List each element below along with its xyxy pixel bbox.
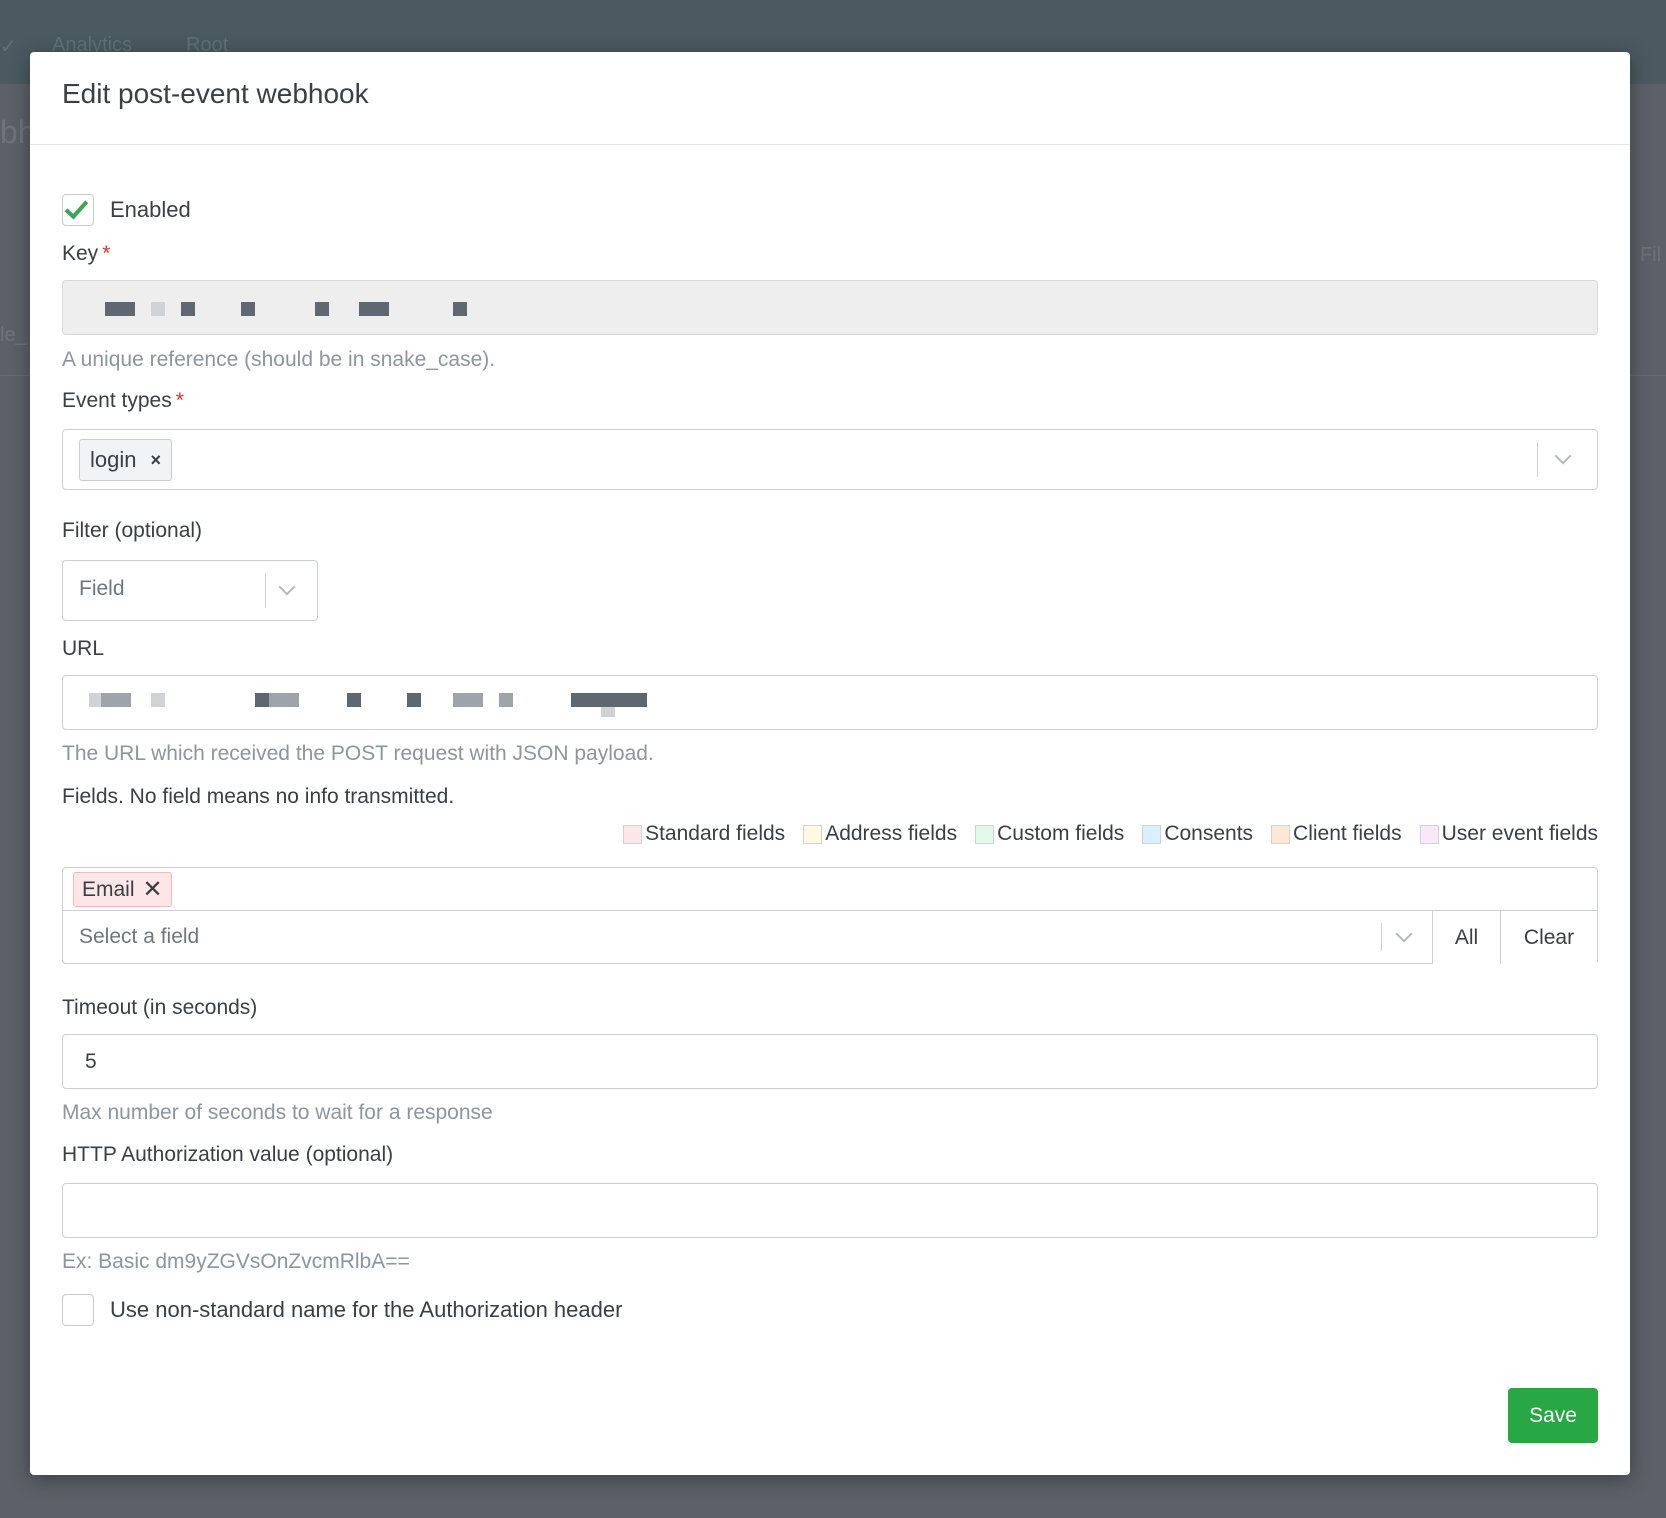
url-input[interactable] xyxy=(62,675,1598,730)
key-label: Key * xyxy=(62,242,110,266)
legend-label: Address fields xyxy=(825,822,958,845)
legend-swatch xyxy=(803,824,823,844)
legend-user-event-fields: User event fields xyxy=(1419,822,1598,846)
url-help: The URL which received the POST request … xyxy=(62,742,654,765)
filter-label: Filter (optional) xyxy=(62,519,203,542)
timeout-help: Max number of seconds to wait for a resp… xyxy=(62,1101,493,1124)
key-label-text: Key xyxy=(62,242,99,265)
key-input[interactable] xyxy=(62,280,1598,335)
nonstandard-header-checkbox[interactable] xyxy=(62,1294,94,1326)
background-check-icon: ✓ xyxy=(0,36,17,58)
redacted-text xyxy=(315,302,329,316)
redacted-text xyxy=(453,302,467,316)
fields-legend-wrapper: Standard fields Address fields Custom fi… xyxy=(30,822,1630,852)
redacted-text xyxy=(359,302,389,316)
chevron-down-icon[interactable] xyxy=(1554,447,1572,465)
timeout-input[interactable]: 5 xyxy=(62,1034,1598,1089)
legend-swatch xyxy=(1271,824,1291,844)
chevron-down-icon[interactable] xyxy=(1395,925,1413,943)
remove-tag-icon[interactable]: × xyxy=(150,450,161,471)
redacted-text xyxy=(181,302,195,316)
auth-help: Ex: Basic dm9yZGVsOnZvcmRlbA== xyxy=(62,1250,410,1273)
redacted-text xyxy=(255,693,269,707)
redacted-text xyxy=(151,302,165,316)
remove-field-icon[interactable]: ✕ xyxy=(143,877,163,902)
redacted-text xyxy=(453,693,483,707)
nonstandard-header-label: Use non-standard name for the Authorizat… xyxy=(110,1297,623,1322)
redacted-text xyxy=(89,693,101,707)
event-types-select[interactable]: login × xyxy=(62,429,1598,490)
legend-swatch xyxy=(975,824,995,844)
timeout-value: 5 xyxy=(85,1049,97,1073)
edit-webhook-modal: Edit post-event webhook Enabled Key * A u… xyxy=(30,52,1630,1475)
enabled-row[interactable]: Enabled xyxy=(62,194,191,226)
select-all-button[interactable]: All xyxy=(1432,911,1500,964)
redacted-text xyxy=(347,693,361,707)
enabled-label: Enabled xyxy=(110,197,191,222)
save-button[interactable]: Save xyxy=(1508,1388,1598,1443)
redacted-text xyxy=(499,693,513,707)
required-mark: * xyxy=(175,389,184,412)
legend-label: User event fields xyxy=(1441,822,1598,845)
event-types-label-text: Event types xyxy=(62,389,172,412)
filter-placeholder: Field xyxy=(79,577,125,600)
legend-swatch xyxy=(1142,824,1162,844)
select-separator xyxy=(1381,923,1382,951)
redacted-text xyxy=(101,693,131,707)
filter-field-select[interactable]: Field xyxy=(62,560,318,621)
field-tag-label: Email xyxy=(82,877,135,901)
field-select[interactable]: Select a field All Clear xyxy=(63,910,1597,964)
auth-label: HTTP Authorization value (optional) xyxy=(62,1143,394,1166)
timeout-label: Timeout (in seconds) xyxy=(62,996,258,1019)
legend-swatch xyxy=(1419,824,1439,844)
legend-label: Client fields xyxy=(1293,822,1402,845)
select-separator xyxy=(265,573,266,608)
legend-consents: Consents xyxy=(1142,822,1253,846)
redacted-text xyxy=(105,302,135,316)
event-type-tag-label: login xyxy=(90,447,137,472)
fields-label: Fields. No field means no info transmitt… xyxy=(62,785,455,808)
fields-legend: Standard fields Address fields Custom fi… xyxy=(605,822,1598,846)
event-types-label: Event types * xyxy=(62,389,184,413)
redacted-text xyxy=(241,302,255,316)
required-mark: * xyxy=(102,242,111,265)
checkmark-icon xyxy=(64,195,89,220)
legend-client-fields: Client fields xyxy=(1271,822,1402,846)
legend-custom-fields: Custom fields xyxy=(975,822,1124,846)
url-label: URL xyxy=(62,637,105,660)
nonstandard-header-row[interactable]: Use non-standard name for the Authorizat… xyxy=(62,1294,622,1326)
redacted-text xyxy=(601,707,615,717)
key-help: A unique reference (should be in snake_c… xyxy=(62,348,496,371)
enabled-checkbox[interactable] xyxy=(62,194,94,226)
legend-label: Standard fields xyxy=(645,822,786,845)
legend-address-fields: Address fields xyxy=(803,822,957,846)
legend-standard-fields: Standard fields xyxy=(623,822,785,846)
redacted-text xyxy=(571,693,647,707)
redacted-text xyxy=(151,693,165,707)
field-tag-email: Email ✕ xyxy=(73,872,172,907)
legend-label: Consents xyxy=(1164,822,1254,845)
select-separator xyxy=(1537,442,1538,477)
background-row-text: le_ xyxy=(0,324,27,346)
legend-label: Custom fields xyxy=(997,822,1125,845)
auth-input[interactable] xyxy=(62,1183,1598,1238)
background-side-text: Fil xyxy=(1640,244,1662,266)
event-type-tag-login: login × xyxy=(79,439,172,481)
redacted-text xyxy=(407,693,421,707)
fields-selector: Email ✕ Select a field All Clear xyxy=(62,867,1598,964)
clear-fields-button[interactable]: Clear xyxy=(1500,911,1597,964)
modal-header: Edit post-event webhook xyxy=(30,52,1630,145)
chevron-down-icon[interactable] xyxy=(278,578,296,596)
redacted-text xyxy=(269,693,299,707)
legend-swatch xyxy=(623,824,643,844)
modal-title: Edit post-event webhook xyxy=(62,78,369,109)
field-select-placeholder: Select a field xyxy=(79,925,200,948)
